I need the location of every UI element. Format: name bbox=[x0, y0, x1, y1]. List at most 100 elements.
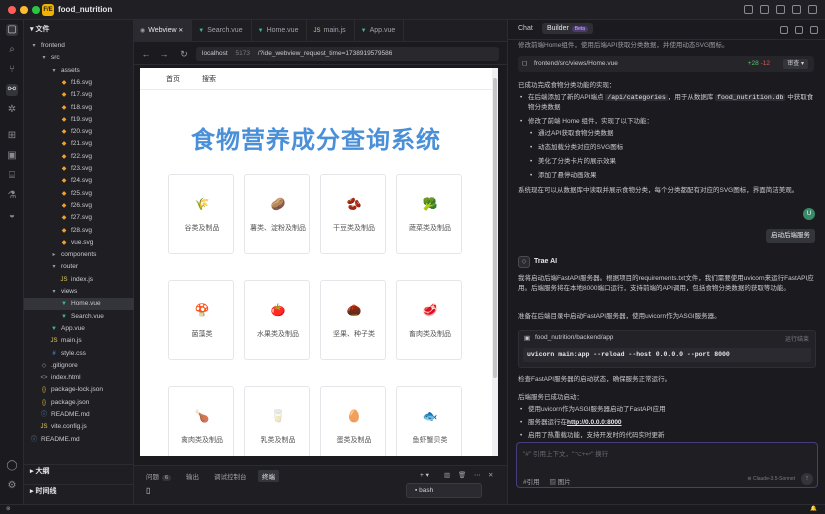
toggle-chat-icon[interactable] bbox=[776, 5, 785, 14]
category-card[interactable]: 🐟 鱼虾蟹贝类 bbox=[396, 386, 462, 456]
terminal-list-item[interactable]: ▪ bash bbox=[406, 483, 482, 498]
manage-icon[interactable]: ⚙ bbox=[6, 480, 18, 492]
server-link[interactable]: http://0.0.0.0:8000 bbox=[567, 419, 622, 426]
explorer-icon[interactable]: ▢ bbox=[6, 24, 18, 36]
tree-file[interactable]: ▼ Search.vue bbox=[24, 311, 134, 323]
toggle-panel-icon[interactable] bbox=[760, 5, 769, 14]
tree-file[interactable]: ▼ App.vue bbox=[24, 323, 134, 335]
tree-file[interactable]: ◆ f17.svg bbox=[24, 89, 134, 101]
terminal-prompt[interactable]: ▯ bbox=[146, 486, 150, 495]
editor-tab[interactable]: ◉ Webview ✕ bbox=[134, 20, 193, 42]
tree-folder[interactable]: ▾ frontend bbox=[24, 40, 134, 52]
close-panel-icon[interactable]: ✕ bbox=[488, 471, 493, 479]
editor-tab[interactable]: ▼ Home.vue bbox=[252, 20, 308, 42]
search-icon[interactable]: ⌕ bbox=[6, 44, 18, 56]
tree-file[interactable]: ⓘ README.md bbox=[24, 434, 134, 446]
tab-terminal[interactable]: 终端 bbox=[258, 470, 279, 482]
category-card[interactable]: 🌰 坚果、种子类 bbox=[320, 280, 386, 360]
maximize-window-icon[interactable] bbox=[32, 6, 40, 14]
category-card[interactable]: 🫘 干豆类及制品 bbox=[320, 174, 386, 254]
file-reference[interactable]: ◻ frontend/src/views/Home.vue +28 -12 审查… bbox=[518, 56, 814, 72]
trash-icon[interactable]: 🗑 bbox=[458, 471, 466, 479]
review-button[interactable]: 审查 ▾ bbox=[783, 59, 808, 69]
app-name[interactable]: food_nutrition bbox=[58, 5, 112, 14]
tree-file[interactable]: # style.css bbox=[24, 348, 134, 360]
tree-folder[interactable]: ▾ assets bbox=[24, 65, 134, 77]
tree-file[interactable]: ▼ Home.vue bbox=[24, 298, 134, 311]
forward-icon[interactable]: → bbox=[158, 48, 170, 60]
category-card[interactable]: 🥦 蔬菜类及制品 bbox=[396, 174, 462, 254]
minimize-window-icon[interactable] bbox=[20, 6, 28, 14]
category-card[interactable]: 🥛 乳类及制品 bbox=[244, 386, 310, 456]
settings-icon[interactable] bbox=[808, 5, 817, 14]
image-button[interactable]: ▨ 图片 bbox=[549, 479, 570, 486]
add-terminal-icon[interactable]: + ▾ bbox=[420, 471, 429, 479]
category-card[interactable]: 🍄 菌藻类 bbox=[168, 280, 234, 360]
tab-problems[interactable]: 问题 6 bbox=[146, 471, 172, 481]
split-terminal-icon[interactable]: ▥ bbox=[444, 471, 450, 479]
tree-folder[interactable]: ▸ components bbox=[24, 249, 134, 261]
tree-file[interactable]: {} package.json bbox=[24, 397, 134, 409]
send-icon[interactable]: ↑ bbox=[801, 473, 813, 485]
history-icon[interactable] bbox=[795, 26, 803, 34]
tree-file[interactable]: ◆ f19.svg bbox=[24, 114, 134, 126]
tree-file[interactable]: ◆ f16.svg bbox=[24, 77, 134, 89]
extensions-icon[interactable]: ⊞ bbox=[6, 130, 18, 142]
close-chat-icon[interactable] bbox=[810, 26, 818, 34]
url-input[interactable]: localhost 5173 /?ide_webview_request_tim… bbox=[196, 47, 499, 61]
account-icon[interactable]: ◯ bbox=[6, 460, 18, 472]
tab-chat[interactable]: Chat bbox=[518, 25, 533, 32]
tree-file[interactable]: ⓘ README.md bbox=[24, 409, 134, 421]
remote-icon[interactable]: ⚯ bbox=[6, 84, 18, 96]
webview-scrollbar[interactable] bbox=[492, 68, 498, 456]
tree-folder[interactable]: ▾ router bbox=[24, 261, 134, 273]
reload-icon[interactable]: ↻ bbox=[178, 48, 190, 60]
scrollbar-thumb[interactable] bbox=[493, 78, 497, 378]
editor-tab[interactable]: ▼ App.vue bbox=[355, 20, 405, 42]
tab-builder[interactable]: Builder Beta bbox=[542, 23, 594, 34]
source-control-icon[interactable]: ⑂ bbox=[6, 64, 18, 76]
layout-icon[interactable] bbox=[792, 5, 801, 14]
tree-file[interactable]: ◆ f18.svg bbox=[24, 102, 134, 114]
tree-file[interactable]: ◆ f21.svg bbox=[24, 138, 134, 150]
model-selector[interactable]: ⊛ Claude-3.5-Sonnet bbox=[747, 476, 795, 482]
tree-file[interactable]: JS vite.config.js bbox=[24, 421, 134, 433]
outline-section[interactable]: ▸ 大纲 bbox=[24, 464, 134, 478]
tree-file[interactable]: JS index.js bbox=[24, 274, 134, 286]
editor-tab[interactable]: ▼ Search.vue bbox=[192, 20, 252, 42]
reference-button[interactable]: #引用 bbox=[523, 479, 540, 486]
nav-search-link[interactable]: 搜索 bbox=[202, 74, 216, 84]
remote-status-icon[interactable]: ⊗ bbox=[6, 506, 11, 512]
close-tab-icon[interactable]: ✕ bbox=[177, 28, 183, 34]
more-icon[interactable]: ⋯ bbox=[474, 471, 481, 479]
tree-file[interactable]: {} package-lock.json bbox=[24, 384, 134, 396]
tree-file[interactable]: ◇ .gitignore bbox=[24, 360, 134, 372]
close-window-icon[interactable] bbox=[8, 6, 16, 14]
tree-file[interactable]: ◆ f22.svg bbox=[24, 151, 134, 163]
category-card[interactable]: 🌾 谷类及制品 bbox=[168, 174, 234, 254]
tree-file[interactable]: ◆ f25.svg bbox=[24, 188, 134, 200]
docker-icon[interactable]: ◒ bbox=[6, 210, 18, 222]
database-icon[interactable]: ⌸ bbox=[6, 170, 18, 182]
toggle-sidebar-icon[interactable] bbox=[744, 5, 753, 14]
editor-tab[interactable]: JS main.js bbox=[307, 20, 355, 42]
tree-file[interactable]: ◆ f26.svg bbox=[24, 200, 134, 212]
back-icon[interactable]: ← bbox=[140, 48, 152, 60]
tree-file[interactable]: ◆ vue.svg bbox=[24, 237, 134, 249]
notifications-icon[interactable]: 🔔 bbox=[810, 506, 817, 512]
command-text[interactable]: uvicorn main:app --reload --host 0.0.0.0… bbox=[523, 348, 811, 362]
tree-file[interactable]: ◆ f27.svg bbox=[24, 212, 134, 224]
tab-debug-console[interactable]: 调试控制台 bbox=[214, 471, 247, 481]
category-card[interactable]: 🥔 薯类、淀粉及制品 bbox=[244, 174, 310, 254]
tree-file[interactable]: ◆ f24.svg bbox=[24, 175, 134, 187]
category-card[interactable]: 🍗 禽肉类及制品 bbox=[168, 386, 234, 456]
new-chat-icon[interactable] bbox=[780, 26, 788, 34]
preview-icon[interactable]: ▣ bbox=[6, 150, 18, 162]
category-card[interactable]: 🍅 水果类及制品 bbox=[244, 280, 310, 360]
tree-file[interactable]: ◆ f23.svg bbox=[24, 163, 134, 175]
tree-folder[interactable]: ▾ src bbox=[24, 52, 134, 64]
category-card[interactable]: 🥩 畜肉类及制品 bbox=[396, 280, 462, 360]
tree-file[interactable]: JS main.js bbox=[24, 335, 134, 347]
tree-file[interactable]: ◆ f28.svg bbox=[24, 225, 134, 237]
tree-file[interactable]: ◆ f20.svg bbox=[24, 126, 134, 138]
